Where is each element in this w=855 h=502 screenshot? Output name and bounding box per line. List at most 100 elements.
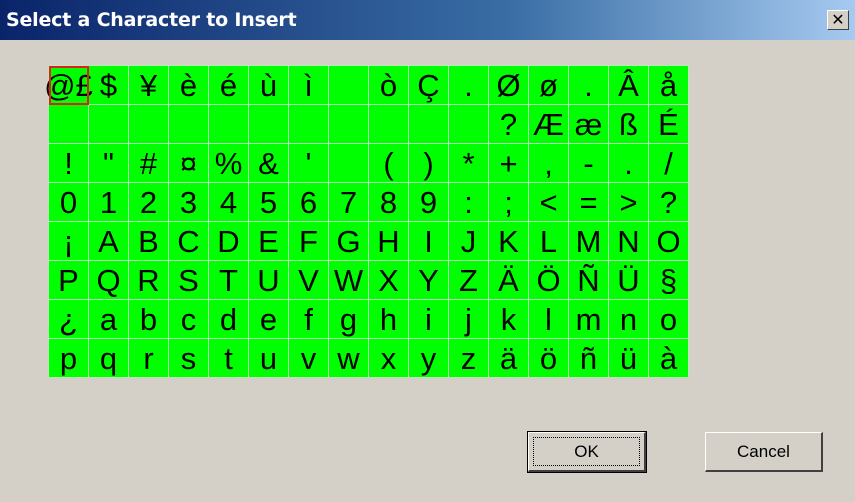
character-cell[interactable]: à bbox=[649, 339, 689, 378]
character-cell[interactable]: 8 bbox=[369, 183, 409, 222]
character-cell[interactable]: Ö bbox=[529, 261, 569, 300]
character-cell[interactable]: t bbox=[209, 339, 249, 378]
character-cell[interactable]: ! bbox=[49, 144, 89, 183]
character-cell[interactable]: s bbox=[169, 339, 209, 378]
character-cell[interactable]: ä bbox=[489, 339, 529, 378]
character-cell[interactable] bbox=[329, 66, 369, 105]
character-cell[interactable]: C bbox=[169, 222, 209, 261]
character-cell[interactable]: # bbox=[129, 144, 169, 183]
character-cell[interactable]: é bbox=[209, 66, 249, 105]
character-cell[interactable]: O bbox=[649, 222, 689, 261]
character-cell[interactable]: u bbox=[249, 339, 289, 378]
character-cell[interactable]: ? bbox=[489, 105, 529, 144]
character-cell[interactable]: K bbox=[489, 222, 529, 261]
character-cell[interactable]: l bbox=[529, 300, 569, 339]
character-cell[interactable]: Ä bbox=[489, 261, 529, 300]
character-cell[interactable]: b bbox=[129, 300, 169, 339]
character-cell[interactable]: n bbox=[609, 300, 649, 339]
character-cell[interactable]: c bbox=[169, 300, 209, 339]
character-cell[interactable]: ò bbox=[369, 66, 409, 105]
character-cell[interactable]: z bbox=[449, 339, 489, 378]
character-cell[interactable]: J bbox=[449, 222, 489, 261]
character-cell-selected[interactable]: @£ bbox=[44, 66, 93, 105]
character-cell[interactable]: S bbox=[169, 261, 209, 300]
character-cell[interactable]: w bbox=[329, 339, 369, 378]
character-cell[interactable]: r bbox=[129, 339, 169, 378]
character-cell[interactable]: B bbox=[129, 222, 169, 261]
character-cell[interactable]: R bbox=[129, 261, 169, 300]
character-cell[interactable]: ß bbox=[609, 105, 649, 144]
character-cell[interactable]: ¡ bbox=[49, 222, 89, 261]
character-cell[interactable]: Ü bbox=[609, 261, 649, 300]
character-cell[interactable]: U bbox=[249, 261, 289, 300]
character-cell[interactable]: 2 bbox=[129, 183, 169, 222]
character-cell[interactable] bbox=[329, 144, 369, 183]
character-cell[interactable]: D bbox=[209, 222, 249, 261]
character-cell[interactable]: = bbox=[569, 183, 609, 222]
character-cell[interactable]: E bbox=[249, 222, 289, 261]
character-cell[interactable]: i bbox=[409, 300, 449, 339]
character-cell[interactable] bbox=[49, 105, 89, 144]
character-cell[interactable]: Â bbox=[609, 66, 649, 105]
character-cell[interactable]: Ø bbox=[489, 66, 529, 105]
character-cell[interactable]: ñ bbox=[569, 339, 609, 378]
character-cell[interactable]: v bbox=[289, 339, 329, 378]
character-cell[interactable]: a bbox=[89, 300, 129, 339]
character-cell[interactable]: q bbox=[89, 339, 129, 378]
character-cell[interactable]: / bbox=[649, 144, 689, 183]
character-cell[interactable]: H bbox=[369, 222, 409, 261]
character-cell[interactable]: 9 bbox=[409, 183, 449, 222]
character-cell[interactable]: M bbox=[569, 222, 609, 261]
character-cell[interactable]: G bbox=[329, 222, 369, 261]
character-cell[interactable]: ) bbox=[409, 144, 449, 183]
character-cell[interactable]: . bbox=[609, 144, 649, 183]
character-cell[interactable] bbox=[249, 105, 289, 144]
character-cell[interactable]: Z bbox=[449, 261, 489, 300]
character-cell[interactable]: F bbox=[289, 222, 329, 261]
character-cell[interactable]: ü bbox=[609, 339, 649, 378]
character-cell[interactable]: ; bbox=[489, 183, 529, 222]
character-cell[interactable]: h bbox=[369, 300, 409, 339]
character-cell[interactable]: g bbox=[329, 300, 369, 339]
character-cell[interactable]: V bbox=[289, 261, 329, 300]
character-cell[interactable]: Ñ bbox=[569, 261, 609, 300]
character-cell[interactable]: o bbox=[649, 300, 689, 339]
character-cell[interactable]: I bbox=[409, 222, 449, 261]
character-cell[interactable]: > bbox=[609, 183, 649, 222]
character-cell[interactable]: . bbox=[449, 66, 489, 105]
character-cell[interactable] bbox=[169, 105, 209, 144]
character-cell[interactable]: è bbox=[169, 66, 209, 105]
character-cell[interactable]: P bbox=[49, 261, 89, 300]
character-cell[interactable]: " bbox=[89, 144, 129, 183]
character-cell[interactable]: Ç bbox=[409, 66, 449, 105]
character-cell[interactable] bbox=[129, 105, 169, 144]
character-cell[interactable]: 6 bbox=[289, 183, 329, 222]
character-cell[interactable] bbox=[409, 105, 449, 144]
character-cell[interactable]: É bbox=[649, 105, 689, 144]
character-cell[interactable]: * bbox=[449, 144, 489, 183]
character-cell[interactable]: e bbox=[249, 300, 289, 339]
character-cell[interactable]: p bbox=[49, 339, 89, 378]
character-cell[interactable]: ù bbox=[249, 66, 289, 105]
character-cell[interactable]: . bbox=[569, 66, 609, 105]
character-cell[interactable]: A bbox=[89, 222, 129, 261]
character-cell[interactable]: ì bbox=[289, 66, 329, 105]
character-cell[interactable]: Q bbox=[89, 261, 129, 300]
character-cell[interactable]: 7 bbox=[329, 183, 369, 222]
character-cell[interactable]: < bbox=[529, 183, 569, 222]
character-cell[interactable]: ¿ bbox=[49, 300, 89, 339]
character-cell[interactable]: Y bbox=[409, 261, 449, 300]
character-cell[interactable]: - bbox=[569, 144, 609, 183]
character-cell[interactable]: ö bbox=[529, 339, 569, 378]
character-cell[interactable]: m bbox=[569, 300, 609, 339]
character-cell[interactable] bbox=[89, 105, 129, 144]
character-cell[interactable]: & bbox=[249, 144, 289, 183]
character-cell[interactable]: å bbox=[649, 66, 689, 105]
character-cell[interactable]: 1 bbox=[89, 183, 129, 222]
character-cell[interactable]: Æ bbox=[529, 105, 569, 144]
character-cell[interactable]: 5 bbox=[249, 183, 289, 222]
character-cell[interactable]: $ bbox=[89, 66, 129, 105]
character-cell[interactable] bbox=[289, 105, 329, 144]
character-cell[interactable]: d bbox=[209, 300, 249, 339]
character-cell[interactable]: ø bbox=[529, 66, 569, 105]
